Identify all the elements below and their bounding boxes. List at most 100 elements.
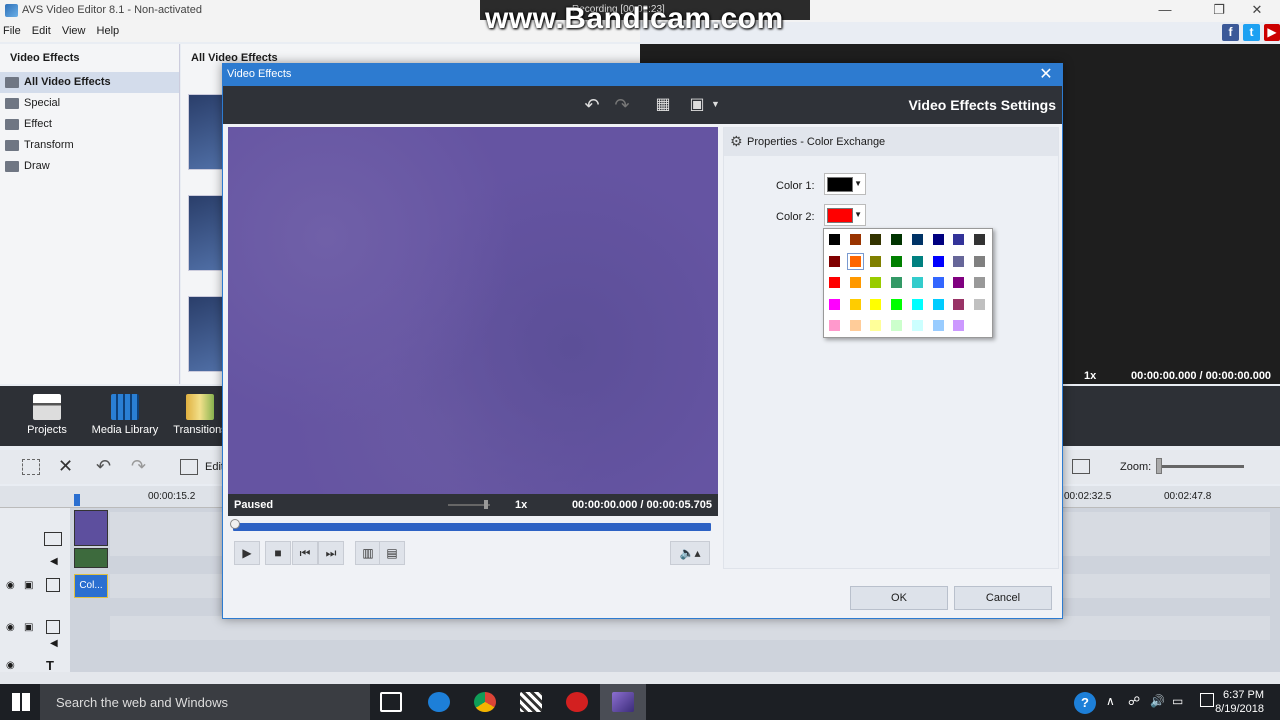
- palette-color-swatch[interactable]: [911, 298, 923, 310]
- palette-color-swatch[interactable]: [891, 234, 903, 245]
- palette-color-swatch[interactable]: [891, 277, 903, 288]
- grid-icon[interactable]: ▦: [651, 94, 675, 116]
- view-mode-icon[interactable]: [1072, 459, 1090, 474]
- overlay-track-lane[interactable]: [110, 616, 1270, 640]
- palette-color-swatch[interactable]: [973, 320, 985, 331]
- palette-color-swatch[interactable]: [973, 255, 985, 267]
- chrome-icon[interactable]: [474, 692, 496, 712]
- tree-item-effect[interactable]: Effect: [0, 114, 179, 135]
- chevron-up-icon[interactable]: ∧: [1106, 694, 1115, 708]
- tree-item-special[interactable]: Special: [0, 93, 179, 114]
- palette-color-swatch[interactable]: [973, 234, 985, 245]
- zoom-slider-handle[interactable]: [1156, 458, 1162, 474]
- taskbar-search[interactable]: Search the web and Windows: [40, 684, 370, 720]
- seek-bar[interactable]: [233, 523, 711, 531]
- palette-color-swatch[interactable]: [973, 298, 985, 310]
- task-view-icon[interactable]: [380, 692, 402, 712]
- audio-mute-icon[interactable]: ◀: [50, 556, 58, 567]
- palette-color-swatch[interactable]: [953, 255, 965, 267]
- next-frame-button[interactable]: ⏭: [318, 541, 344, 565]
- palette-color-swatch[interactable]: [973, 277, 985, 288]
- stop-button[interactable]: ■: [265, 541, 291, 565]
- youtube-icon[interactable]: ▶: [1264, 24, 1280, 41]
- speaker-icon[interactable]: 🔊: [1150, 694, 1165, 708]
- palette-color-swatch[interactable]: [932, 298, 944, 310]
- record-icon[interactable]: [566, 692, 588, 712]
- lock-icon[interactable]: ▣: [24, 580, 33, 591]
- effect-clip[interactable]: Col...: [74, 574, 108, 598]
- undo-icon[interactable]: ↶: [580, 94, 604, 116]
- previous-frame-button[interactable]: ⏮: [292, 541, 318, 565]
- palette-color-swatch[interactable]: [911, 234, 923, 245]
- palette-color-swatch[interactable]: [870, 255, 882, 267]
- effect-thumbnail[interactable]: [188, 296, 224, 372]
- palette-color-swatch[interactable]: [870, 234, 882, 245]
- effect-thumbnail[interactable]: [188, 195, 224, 271]
- palette-color-swatch[interactable]: [953, 234, 965, 245]
- palette-color-swatch[interactable]: [953, 298, 965, 310]
- palette-color-swatch[interactable]: [829, 277, 840, 288]
- edit-icon[interactable]: [180, 459, 198, 475]
- facebook-icon[interactable]: f: [1222, 24, 1239, 41]
- menu-help[interactable]: Help: [94, 22, 125, 37]
- palette-color-swatch[interactable]: [932, 234, 944, 245]
- clapperboard-icon[interactable]: [520, 692, 542, 712]
- mark-in-button[interactable]: ▥: [355, 541, 381, 565]
- audio-mute-icon[interactable]: ◀: [50, 638, 58, 649]
- zoom-slider[interactable]: [1160, 465, 1244, 468]
- undo-icon[interactable]: ↶: [96, 456, 111, 477]
- cancel-button[interactable]: Cancel: [954, 586, 1052, 610]
- media-library-button[interactable]: Media Library: [86, 386, 164, 446]
- palette-color-swatch[interactable]: [891, 320, 903, 331]
- palette-color-swatch[interactable]: [829, 320, 840, 331]
- palette-color-swatch[interactable]: [911, 320, 923, 331]
- projects-button[interactable]: Projects: [8, 386, 86, 446]
- palette-color-swatch[interactable]: [891, 255, 903, 267]
- storyboard-icon[interactable]: [22, 459, 40, 475]
- tree-item-draw[interactable]: Draw: [0, 156, 179, 177]
- delete-icon[interactable]: ✕: [58, 456, 73, 477]
- palette-color-swatch[interactable]: [829, 255, 840, 267]
- tree-item-all-effects[interactable]: All Video Effects: [0, 72, 179, 93]
- notifications-icon[interactable]: [1200, 693, 1214, 707]
- edge-icon[interactable]: [428, 692, 450, 712]
- volume-button[interactable]: 🔈▴: [670, 541, 710, 565]
- palette-color-swatch[interactable]: [870, 277, 882, 288]
- color2-picker[interactable]: ▼: [824, 204, 866, 226]
- visibility-eye-icon[interactable]: ◉: [6, 622, 15, 633]
- palette-color-swatch[interactable]: [911, 277, 923, 288]
- display-mode-icon[interactable]: ▣: [685, 94, 709, 116]
- palette-color-swatch[interactable]: [953, 277, 965, 288]
- audio-clip[interactable]: [74, 548, 108, 568]
- speed-slider-handle[interactable]: [484, 500, 488, 509]
- palette-color-swatch[interactable]: [829, 298, 840, 310]
- tree-item-transform[interactable]: Transform: [0, 135, 179, 156]
- mark-out-button[interactable]: ▤: [379, 541, 405, 565]
- palette-color-swatch[interactable]: [891, 298, 903, 310]
- palette-color-swatch[interactable]: [849, 234, 861, 245]
- effect-thumbnail[interactable]: [188, 94, 224, 170]
- play-button[interactable]: ▶: [234, 541, 260, 565]
- palette-color-swatch[interactable]: [953, 320, 965, 331]
- clock[interactable]: 6:37 PM 8/19/2018: [1215, 688, 1264, 716]
- palette-color-swatch[interactable]: [932, 255, 944, 267]
- avs-editor-icon[interactable]: [612, 692, 634, 712]
- dialog-close-button[interactable]: ✕: [1034, 65, 1058, 85]
- palette-color-swatch[interactable]: [932, 320, 944, 331]
- palette-color-swatch[interactable]: [849, 320, 861, 331]
- minimize-button[interactable]: —: [1142, 0, 1188, 22]
- video-clip[interactable]: [74, 510, 108, 546]
- seek-handle[interactable]: [230, 519, 240, 529]
- palette-color-swatch[interactable]: [870, 320, 882, 331]
- twitter-icon[interactable]: t: [1243, 24, 1260, 41]
- network-icon[interactable]: ☍: [1128, 694, 1140, 708]
- chevron-down-icon[interactable]: ▼: [711, 99, 720, 109]
- color1-picker[interactable]: ▼: [824, 173, 866, 195]
- keyboard-icon[interactable]: ▭: [1172, 694, 1183, 708]
- menu-edit[interactable]: Edit: [29, 22, 56, 37]
- help-icon[interactable]: ?: [1074, 692, 1096, 714]
- palette-color-swatch[interactable]: [849, 277, 861, 288]
- ok-button[interactable]: OK: [850, 586, 948, 610]
- palette-color-swatch[interactable]: [911, 255, 923, 267]
- close-app-button[interactable]: ✕: [1234, 0, 1280, 22]
